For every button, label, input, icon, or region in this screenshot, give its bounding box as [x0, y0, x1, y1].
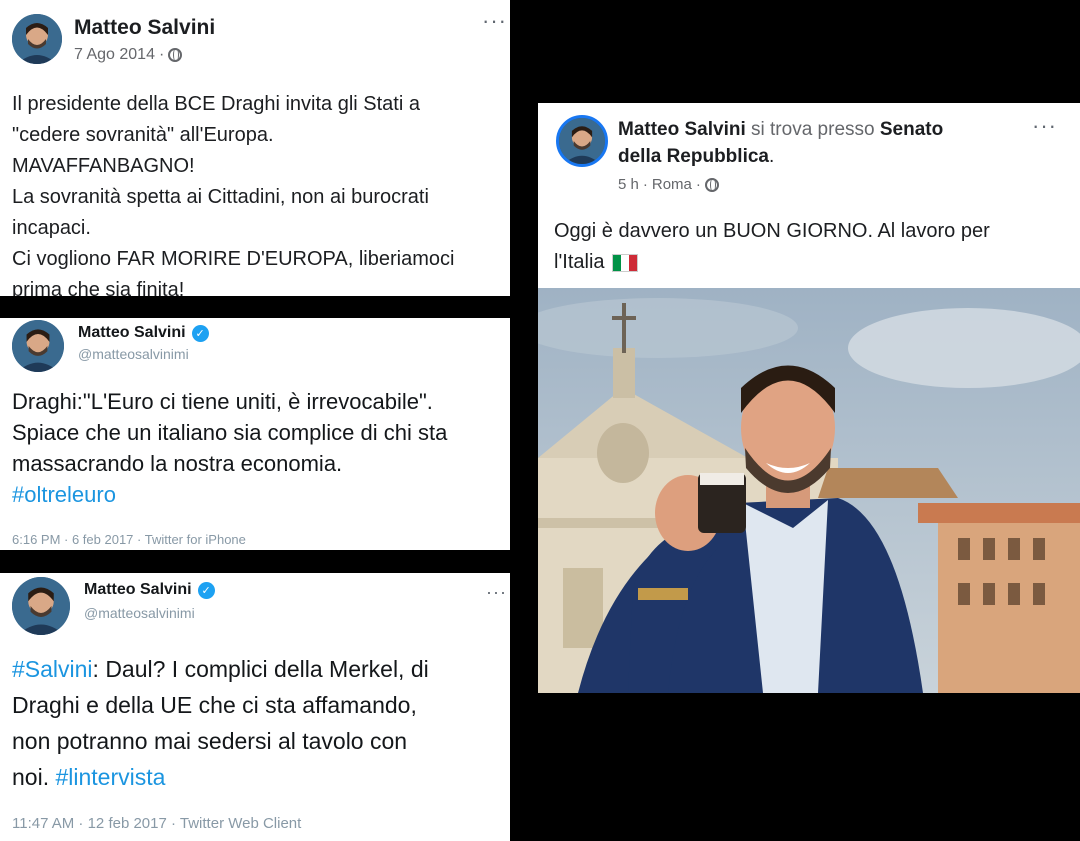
post-body: Il presidente della BCE Draghi invita gl…	[12, 89, 454, 296]
globe-icon	[168, 48, 183, 62]
tweet-line: Draghi e della UE che ci sta affamando,	[12, 692, 417, 718]
post-line: "cedere sovranità" all'Europa.	[12, 124, 274, 146]
header-line: Matteo Salvini si trova presso Senato	[618, 116, 1038, 143]
hashtag-link[interactable]: #Salvini	[12, 656, 93, 682]
header-line: della Repubblica.	[618, 143, 1038, 170]
meta-separator: ·	[695, 176, 701, 193]
location-prefix: si trova presso	[751, 119, 875, 140]
author-name[interactable]: Matteo Salvini	[74, 16, 215, 40]
globe-icon	[704, 177, 719, 192]
tweet-line: Spiace che un italiano sia complice di c…	[12, 420, 448, 445]
verified-badge-icon: ✓	[191, 324, 209, 342]
facebook-post-2014: Matteo Salvini 7 Ago 2014 · ··· Il presi…	[0, 0, 510, 296]
author-name-text: Matteo Salvini	[84, 581, 192, 598]
post-body: Oggi è davvero un BUON GIORNO. Al lavoro…	[554, 216, 990, 278]
post-line: incapaci.	[12, 217, 91, 239]
author-handle[interactable]: @matteosalvinimi	[84, 605, 195, 621]
tweet-line: Draghi:"L'Euro ci tiene uniti, è irrevoc…	[12, 389, 433, 414]
verified-badge-icon: ✓	[197, 581, 215, 599]
avatar[interactable]	[12, 14, 62, 64]
facebook-post-senato: Matteo Salvini si trova presso Senato de…	[538, 103, 1080, 693]
post-text: l'Italia	[554, 251, 605, 273]
post-line: Il presidente della BCE Draghi invita gl…	[12, 93, 420, 115]
tweet-body: #Salvini: Daul? I complici della Merkel,…	[12, 651, 429, 795]
author-name[interactable]: Matteo Salvini ✓	[78, 324, 209, 342]
avatar[interactable]	[12, 577, 70, 635]
avatar[interactable]	[556, 115, 608, 167]
tweet-line: #Salvini: Daul? I complici della Merkel,…	[12, 651, 429, 687]
author-name[interactable]: Matteo Salvini ✓	[84, 581, 215, 599]
avatar[interactable]	[12, 320, 64, 372]
post-photo[interactable]	[538, 288, 1080, 693]
post-line: Oggi è davvero un BUON GIORNO. Al lavoro…	[554, 220, 990, 242]
hashtag-link[interactable]: #oltreleuro	[12, 479, 447, 510]
tweet-text: noi.	[12, 764, 56, 790]
author-name[interactable]: Matteo Salvini	[618, 119, 746, 140]
tweet-body: Draghi:"L'Euro ci tiene uniti, è irrevoc…	[12, 386, 447, 510]
tweet-2017-feb-12: Matteo Salvini ✓ @matteosalvinimi ··· #S…	[0, 573, 510, 841]
hashtag-link[interactable]: #lintervista	[55, 764, 165, 790]
tweet-2017-feb-6: Matteo Salvini ✓ @matteosalvinimi Draghi…	[0, 318, 510, 550]
tweet-text: : Daul? I complici della Merkel, di	[92, 656, 429, 682]
more-options-icon[interactable]: ···	[482, 10, 507, 32]
tweet-line: noi. #lintervista	[12, 759, 429, 795]
more-options-icon[interactable]: ···	[486, 583, 507, 601]
more-options-icon[interactable]: ···	[1032, 115, 1057, 137]
post-line: l'Italia	[554, 247, 990, 278]
post-line: Ci vogliono FAR MORIRE D'EUROPA, liberia…	[12, 248, 455, 270]
post-header-text: Matteo Salvini si trova presso Senato de…	[618, 116, 1038, 170]
meta-separator: ·	[642, 176, 648, 193]
post-meta: 7 Ago 2014 ·	[74, 46, 183, 64]
post-time[interactable]: 5 h	[618, 176, 639, 193]
meta-separator: ·	[158, 46, 165, 63]
tweet-footer: 11:47 AM · 12 feb 2017 · Twitter Web Cli…	[12, 815, 302, 832]
tweet-footer: 6:16 PM · 6 feb 2017 · Twitter for iPhon…	[12, 532, 246, 547]
author-handle[interactable]: @matteosalvinimi	[78, 346, 189, 362]
photo-illustration	[538, 288, 1080, 693]
location-link[interactable]: Senato	[880, 119, 943, 140]
italy-flag-icon	[612, 253, 639, 272]
tweet-line: non potranno mai sedersi al tavolo con	[12, 728, 408, 754]
post-line: La sovranità spetta ai Cittadini, non ai…	[12, 186, 429, 208]
post-place: Roma	[651, 176, 692, 193]
author-name-text: Matteo Salvini	[78, 324, 186, 341]
tweet-line: massacrando la nostra economia.	[12, 451, 343, 476]
post-line: MAVAFFANBAGNO!	[12, 155, 195, 177]
post-meta: 5 h · Roma ·	[618, 176, 719, 193]
period: .	[768, 146, 775, 167]
location-link[interactable]: della Repubblica	[618, 146, 769, 167]
post-date[interactable]: 7 Ago 2014	[74, 46, 155, 64]
post-line: prima che sia finita!	[12, 279, 185, 296]
